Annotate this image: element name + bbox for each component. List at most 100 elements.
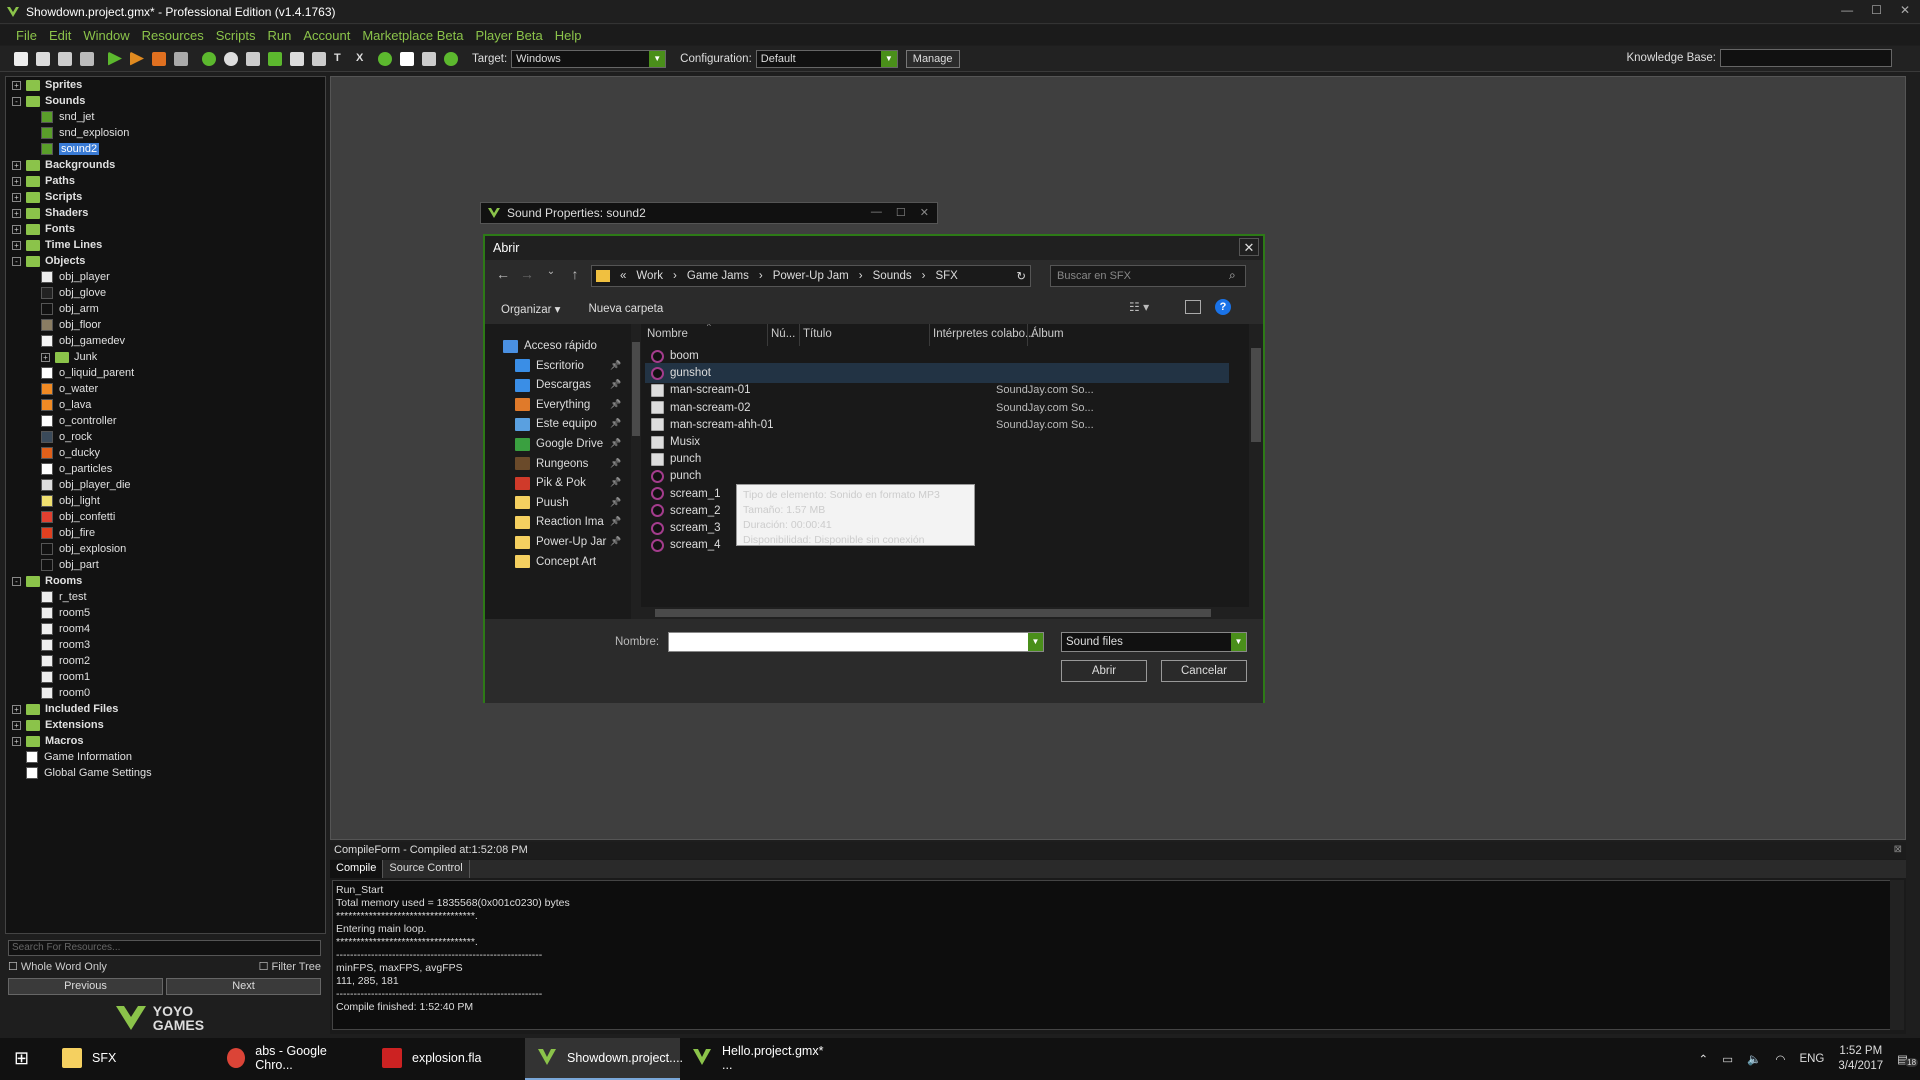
add-room-icon[interactable] (400, 51, 414, 66)
tree-item[interactable]: + Paths (12, 173, 75, 189)
breadcrumb-sounds[interactable]: Sounds (873, 270, 912, 282)
compile-scrollbar[interactable] (1890, 880, 1904, 1030)
add-shader-icon[interactable] (312, 51, 326, 66)
expand-icon[interactable]: + (12, 704, 21, 714)
expand-icon[interactable]: + (12, 192, 21, 202)
tree-item[interactable]: obj_fire (41, 525, 95, 541)
breadcrumb-sfx[interactable]: SFX (935, 270, 957, 282)
previous-button[interactable]: Previous (8, 978, 163, 995)
expand-icon[interactable]: + (12, 224, 21, 234)
expand-icon[interactable]: + (12, 720, 21, 730)
nav-item[interactable]: Reaction Ima (515, 512, 604, 532)
open-button[interactable]: Abrir (1061, 660, 1147, 682)
minimize-button[interactable]: — (871, 206, 882, 219)
menu-resources[interactable]: Resources (142, 28, 204, 43)
tree-item[interactable]: o_rock (41, 429, 92, 445)
tree-item[interactable]: - Rooms (12, 573, 82, 589)
pin-icon[interactable]: 📌 (610, 516, 621, 527)
tree-item[interactable]: room0 (41, 685, 90, 701)
pin-icon[interactable]: 📌 (610, 438, 621, 449)
tree-item[interactable]: Game Information (12, 749, 132, 765)
game-info-icon[interactable] (422, 51, 436, 66)
pin-icon[interactable]: 📌 (610, 536, 621, 547)
column-album[interactable]: Álbum (1031, 328, 1064, 340)
clock[interactable]: 1:52 PM 3/4/2017 (1838, 1044, 1883, 1074)
tree-item[interactable]: obj_player_die (41, 477, 131, 493)
chevron-down-icon[interactable]: ▼ (1028, 633, 1043, 651)
taskbar-item[interactable]: Hello.project.gmx* ... (680, 1038, 835, 1080)
tree-item[interactable]: o_lava (41, 397, 91, 413)
expand-icon[interactable]: + (12, 736, 21, 746)
chevron-down-icon[interactable]: ▼ (1231, 633, 1246, 651)
notifications-icon[interactable]: ▤ 18 (1897, 1052, 1919, 1067)
save-project-icon[interactable] (58, 51, 72, 66)
close-button[interactable]: ✕ (1900, 3, 1910, 17)
minimize-button[interactable]: — (1841, 3, 1853, 17)
tree-item[interactable]: + Included Files (12, 701, 118, 717)
tree-item[interactable]: room4 (41, 621, 90, 637)
stop-icon[interactable] (152, 51, 166, 66)
menu-marketplace[interactable]: Marketplace Beta (362, 28, 463, 43)
export-icon[interactable] (80, 51, 94, 66)
tree-item[interactable]: o_particles (41, 461, 112, 477)
tree-item[interactable]: + Extensions (12, 717, 104, 733)
collapse-icon[interactable]: - (12, 96, 21, 106)
tree-item[interactable]: + Sprites (12, 77, 82, 93)
add-font-icon[interactable]: T (334, 52, 348, 66)
filter-tree-checkbox[interactable]: ☐ Filter Tree (259, 960, 321, 973)
filename-input[interactable] (668, 632, 1044, 652)
column-name[interactable]: Nombre (647, 328, 688, 340)
taskbar-item[interactable]: Showdown.project.... (525, 1038, 683, 1080)
tree-item[interactable]: + Fonts (12, 221, 75, 237)
nav-item[interactable]: Descargas (515, 375, 591, 395)
new-folder-button[interactable]: Nueva carpeta (588, 303, 663, 315)
tree-item[interactable]: obj_gamedev (41, 333, 125, 349)
search-input[interactable]: Buscar en SFX (1050, 265, 1246, 287)
nav-item[interactable]: Pik & Pok (515, 473, 586, 493)
taskbar-item[interactable]: abs - Google Chro... (215, 1038, 370, 1080)
maximize-button[interactable]: ☐ (1871, 3, 1882, 17)
collapse-icon[interactable]: - (12, 256, 21, 266)
nav-item[interactable]: Acceso rápido (503, 336, 597, 356)
tab-compile[interactable]: Compile (330, 860, 384, 878)
whole-word-checkbox[interactable]: ☐ Whole Word Only (8, 960, 107, 973)
nav-item[interactable]: Este equipo (515, 414, 597, 434)
nav-item[interactable]: Concept Art (515, 552, 596, 572)
pin-icon[interactable]: 📌 (610, 458, 621, 469)
preview-pane-icon[interactable] (1185, 300, 1201, 314)
breadcrumb-game-jams[interactable]: Game Jams (687, 270, 749, 282)
tree-item[interactable]: + Macros (12, 733, 84, 749)
tree-item[interactable]: room2 (41, 653, 90, 669)
search-resources-input[interactable]: Search For Resources... (8, 940, 321, 956)
nav-item[interactable]: Escritorio (515, 356, 584, 376)
column-title[interactable]: Título (803, 328, 832, 340)
maximize-button[interactable]: ☐ (896, 206, 906, 219)
clean-icon[interactable] (202, 51, 216, 66)
expand-icon[interactable]: + (41, 352, 50, 362)
tree-item[interactable]: o_liquid_parent (41, 365, 134, 381)
volume-icon[interactable]: 🔈 (1747, 1052, 1761, 1066)
pin-icon[interactable]: 📌 (610, 418, 621, 429)
column-artists[interactable]: Intérpretes colabo... (933, 328, 1035, 340)
add-background-icon[interactable] (246, 51, 260, 66)
tree-item[interactable]: obj_confetti (41, 509, 115, 525)
battery-icon[interactable]: ▭ (1722, 1052, 1733, 1066)
debug-icon[interactable] (130, 51, 144, 66)
refresh-icon[interactable]: ↻ (1016, 269, 1026, 283)
file-scroll-thumb[interactable] (1251, 348, 1261, 442)
configuration-select[interactable]: Default ▼ (755, 49, 898, 68)
add-script-icon[interactable] (290, 51, 304, 66)
taskbar-item[interactable]: ⊞ (0, 1038, 50, 1080)
organize-button[interactable]: Organizar ▾ (501, 302, 560, 316)
nav-item[interactable]: Puush (515, 493, 569, 513)
pin-icon[interactable]: 📌 (610, 379, 621, 390)
add-path-icon[interactable] (268, 51, 282, 66)
tree-item[interactable]: room1 (41, 669, 90, 685)
menu-account[interactable]: Account (303, 28, 350, 43)
chevron-up-icon[interactable]: ⌃ (1699, 1052, 1709, 1066)
chevron-down-icon[interactable]: ⌄ (539, 266, 563, 282)
menu-file[interactable]: File (16, 28, 37, 43)
tree-item[interactable]: r_test (41, 589, 87, 605)
tree-item[interactable]: o_water (41, 381, 98, 397)
tab-source-control[interactable]: Source Control (383, 860, 470, 878)
